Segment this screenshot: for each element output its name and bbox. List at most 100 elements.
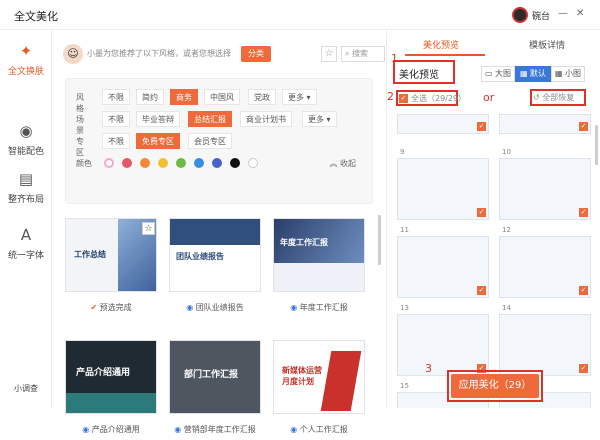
template-caption: ◉ 团队业绩报告 — [169, 302, 261, 313]
slide-number: 9 — [400, 148, 405, 156]
slide-check-icon[interactable]: ✓ — [477, 208, 486, 217]
caption-text: 产品介绍通用 — [91, 425, 140, 434]
layout-icon: ▤ — [18, 170, 34, 188]
slide-check-icon[interactable]: ✓ — [579, 286, 588, 295]
avatar[interactable] — [512, 7, 528, 23]
chip-scene-defense[interactable]: 毕业答辩 — [136, 111, 180, 127]
search-placeholder: 搜索 — [352, 49, 369, 58]
template-type-icon: ◉ — [174, 425, 182, 434]
select-all-label: 全选（29/29） — [411, 94, 467, 103]
title-bar: 全文美化 碗台 — ✕ — [0, 0, 600, 30]
caption-text: 团队业绩报告 — [195, 303, 244, 312]
color-swatch-white[interactable] — [248, 158, 258, 168]
survey-link[interactable]: 小调查 — [6, 383, 46, 394]
slide-check-icon[interactable]: ✓ — [477, 122, 486, 131]
app-title: 全文美化 — [14, 10, 58, 23]
sidebar-item-label: 全文换肤 — [7, 67, 44, 77]
sidebar-item-theme[interactable]: ✦ 全文换肤 — [0, 42, 52, 77]
template-caption: ◉ 营销部年度工作汇报 — [169, 424, 261, 435]
slide-thumb[interactable]: 9 ✓ — [397, 148, 489, 220]
color-swatch-blue[interactable] — [194, 158, 204, 168]
chip-style-any[interactable]: 不限 — [102, 89, 130, 105]
search-input[interactable]: ⌕ 搜索 — [341, 46, 385, 62]
slide-thumb[interactable]: 12 ✓ — [499, 226, 591, 298]
slide-number: 11 — [400, 226, 409, 234]
tab-preview[interactable]: 美化预览 — [423, 38, 459, 51]
template-type-icon: ◉ — [82, 425, 90, 434]
template-card[interactable]: 部门工作汇报 ◉ 营销部年度工作汇报 — [169, 340, 261, 440]
tab-template-detail[interactable]: 模板详情 — [529, 38, 565, 51]
preview-scrollbar[interactable] — [595, 125, 598, 165]
slide-check-icon[interactable]: ✓ — [477, 286, 486, 295]
color-swatch-black[interactable] — [230, 158, 240, 168]
collapse-button[interactable]: ︽ 收起 — [329, 158, 356, 169]
chip-zone-free[interactable]: 免费专区 — [136, 133, 180, 149]
sidebar-item-color[interactable]: ◉ 智能配色 — [0, 122, 52, 157]
star-icon[interactable]: ☆ — [321, 46, 337, 62]
template-card[interactable]: 年度工作汇报 ◉ 年度工作汇报 — [273, 218, 365, 318]
template-type-icon: ◉ — [186, 303, 194, 312]
template-caption: ◉ 产品介绍通用 — [65, 424, 157, 435]
view-label: 小图 — [565, 69, 582, 78]
template-grid: 工作总结 ☆ ✔ 预选完成 团队业绩报告 ◉ 团队业绩报告 年度工作汇报 ◉ 年… — [65, 218, 365, 434]
slide-check-icon[interactable]: ✓ — [579, 364, 588, 373]
chip-scene-any[interactable]: 不限 — [102, 111, 130, 127]
template-caption: ✔ 预选完成 — [65, 302, 157, 313]
chip-style-chinese[interactable]: 中国风 — [204, 89, 240, 105]
chip-style-simple[interactable]: 简约 — [136, 89, 164, 105]
color-swatch-indigo[interactable] — [212, 158, 222, 168]
template-card[interactable]: 工作总结 ☆ ✔ 预选完成 — [65, 218, 157, 318]
select-all-checkbox[interactable]: ✓ 全选（29/29） — [399, 93, 466, 104]
slide-thumb[interactable]: 13 ✓ — [397, 304, 489, 376]
slide-thumb[interactable]: ✓ — [397, 114, 489, 134]
chip-style-party[interactable]: 党政 — [248, 89, 276, 105]
assistant-avatar: ☺ — [63, 44, 83, 64]
chip-style-business[interactable]: 商务 — [170, 89, 198, 105]
color-swatch-orange[interactable] — [140, 158, 150, 168]
chip-style-more[interactable]: 更多 ▾ — [282, 89, 317, 105]
view-small-button[interactable]: ▦ 小图 — [551, 66, 585, 82]
minimize-icon[interactable]: — — [558, 8, 568, 19]
view-default-button[interactable]: ▦ 默认 — [515, 66, 551, 82]
sidebar-item-font[interactable]: A 统一字体 — [0, 226, 52, 261]
thumb-header — [170, 219, 260, 245]
template-thumbnail: 工作总结 ☆ — [65, 218, 157, 292]
star-icon[interactable]: ☆ — [142, 222, 155, 235]
chip-zone-member[interactable]: 会员专区 — [188, 133, 232, 149]
template-card[interactable]: 产品介绍通用 ◉ 产品介绍通用 — [65, 340, 157, 440]
sidebar-item-label: 统一字体 — [7, 251, 44, 261]
slide-thumb[interactable]: ✓ — [499, 114, 591, 134]
color-swatch-red[interactable] — [122, 158, 132, 168]
view-large-button[interactable]: ▭ 大图 — [481, 66, 515, 82]
color-swatch-yellow[interactable] — [158, 158, 168, 168]
slide-thumb[interactable]: 10 ✓ — [499, 148, 591, 220]
template-thumbnail: 新媒体运营 月度计划 — [273, 340, 365, 414]
thumb-title: 产品介绍通用 — [76, 368, 131, 378]
category-button[interactable]: 分类 — [241, 46, 271, 62]
chip-scene-summary[interactable]: 总结汇报 — [188, 111, 232, 127]
chip-scene-more[interactable]: 更多 ▾ — [302, 111, 337, 127]
main-scrollbar[interactable] — [378, 215, 381, 265]
close-icon[interactable]: ✕ — [576, 8, 584, 19]
slide-thumb[interactable]: 11 ✓ — [397, 226, 489, 298]
restore-all-button[interactable]: ↺ 全部恢复 — [533, 92, 574, 103]
template-type-icon: ◉ — [290, 425, 298, 434]
color-swatch-pink[interactable] — [104, 158, 114, 168]
template-card[interactable]: 新媒体运营 月度计划 ◉ 个人工作汇报 — [273, 340, 365, 440]
slide-thumb[interactable]: 14 ✓ — [499, 304, 591, 376]
filter-label: 风格 — [76, 93, 84, 113]
username[interactable]: 碗台 — [532, 9, 550, 22]
template-caption: ◉ 年度工作汇报 — [273, 302, 365, 313]
apply-beautify-button[interactable]: 应用美化（29） — [451, 374, 539, 398]
annotation-2: 2 — [387, 90, 394, 103]
slide-check-icon[interactable]: ✓ — [579, 122, 588, 131]
sidebar-item-layout[interactable]: ▤ 整齐布局 — [0, 170, 52, 205]
thumb-shape — [320, 351, 362, 411]
chip-zone-any[interactable]: 不限 — [102, 133, 130, 149]
color-swatch-green[interactable] — [176, 158, 186, 168]
template-card[interactable]: 团队业绩报告 ◉ 团队业绩报告 — [169, 218, 261, 318]
slide-number: 12 — [502, 226, 511, 234]
checkbox-icon: ✓ — [399, 94, 408, 103]
chip-scene-business-plan[interactable]: 商业计划书 — [240, 111, 292, 127]
slide-check-icon[interactable]: ✓ — [579, 208, 588, 217]
